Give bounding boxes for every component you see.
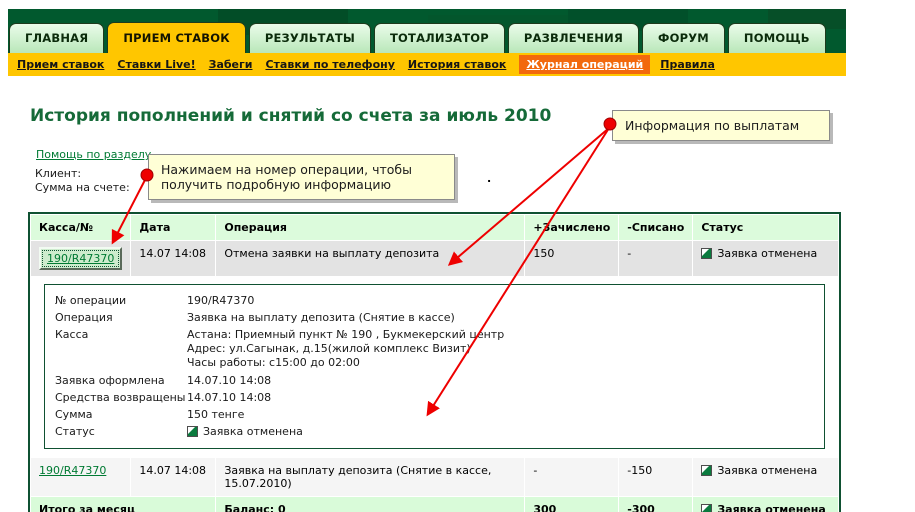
detail-value: Заявка на выплату депозита (Снятие в кас… (187, 311, 455, 324)
footer-label-cell: Итого за месяц (31, 497, 216, 512)
cell-debited: -150 (619, 458, 693, 496)
cell-operation: Заявка на выплату депозита (Снятие в кас… (216, 458, 525, 496)
detail-value: Астана: Приемный пункт № 190 , Букмекерс… (187, 328, 504, 370)
footer-status: Заявка отменена - 4 (693, 497, 838, 512)
detail-label: № операции (55, 294, 127, 307)
help-section-link[interactable]: Помощь по разделу (36, 148, 151, 161)
detail-value: Заявка отменена (187, 425, 303, 438)
cell-date: 14.07 14:08 (131, 458, 216, 496)
subnav-stavki-live[interactable]: Ставки Live! (117, 58, 195, 71)
footer-balance: Баланс: 0 (224, 503, 286, 512)
subnav-stavki-po-telefonu[interactable]: Ставки по телефону (265, 58, 394, 71)
kassa-line-2: Адрес: ул.Сагынак, д.15(жилой комплекс В… (187, 342, 471, 355)
header-status: Статус (693, 215, 838, 240)
detail-label: Касса (55, 328, 89, 341)
client-label: Клиент: (35, 167, 82, 180)
tab-priem-stavok[interactable]: ПРИЕМ СТАВОК (107, 22, 246, 53)
header-credited: +Зачислено (525, 215, 619, 240)
status-text: Заявка отменена (717, 464, 818, 477)
detail-label: Статус (55, 425, 95, 438)
detail-status: Статус Заявка отменена (55, 425, 814, 438)
detail-returned: Средства возвращены 14.07.10 14:08 (55, 391, 814, 404)
table-footer-row: Итого за месяц Баланс: 0 Операций: 4 300… (31, 497, 838, 512)
operation-number-link[interactable]: 190/R47370 (39, 464, 106, 477)
kassa-line-3: Часы работы: с15:00 до 02:00 (187, 356, 360, 369)
cell-status: Заявка отменена (693, 458, 838, 496)
header-kassa: Касса/№ (31, 215, 131, 240)
tooltip-payments-info: Информация по выплатам (612, 110, 830, 141)
detail-created: Заявка оформлена 14.07.10 14:08 (55, 374, 814, 387)
cell-credited: 150 (525, 241, 619, 276)
tooltip-click-operation: Нажимаем на номер операции, чтобы получи… (148, 154, 455, 200)
tab-razvlecheniya[interactable]: РАЗВЛЕЧЕНИЯ (507, 23, 639, 53)
status-checked-icon (187, 426, 198, 437)
subnav-zhurnal-operaciy[interactable]: Журнал операций (519, 55, 651, 74)
detail-label: Сумма (55, 408, 93, 421)
footer-credited: 300 (525, 497, 619, 512)
tab-pomosch[interactable]: ПОМОЩЬ (727, 23, 826, 53)
table-header-row: Касса/№ Дата Операция +Зачислено -Списан… (31, 215, 838, 240)
table-row-2: 190/R47370 14.07 14:08 Заявка на выплату… (31, 458, 838, 496)
account-sum-label: Сумма на счете: (35, 181, 130, 194)
cell-debited: - (619, 241, 693, 276)
sub-nav-bar: Прием ставок Ставки Live! Забеги Ставки … (8, 53, 846, 76)
status-text: Заявка отменена - 4 (717, 503, 826, 512)
detail-amount: Сумма 150 тенге (55, 408, 814, 421)
detail-label: Средства возвращены (55, 391, 186, 404)
cell-kassa: 190/R47370 (31, 241, 131, 276)
detail-op-number: № операции 190/R47370 (55, 294, 814, 307)
footer-summary-cell: Баланс: 0 Операций: 4 (216, 497, 525, 512)
footer-debited: -300 (619, 497, 693, 512)
page-title: История пополнений и снятий со счета за … (30, 106, 552, 126)
tab-forum[interactable]: ФОРУМ (642, 23, 725, 53)
status-checked-icon (701, 504, 713, 512)
status-text: Заявка отменена (717, 247, 818, 260)
page: ГЛАВНАЯ ПРИЕМ СТАВОК РЕЗУЛЬТАТЫ ТОТАЛИЗА… (0, 0, 915, 512)
subnav-priem-stavok[interactable]: Прием ставок (17, 58, 104, 71)
tab-totalizator[interactable]: ТОТАЛИЗАТОР (374, 23, 505, 53)
operation-number-link[interactable]: 190/R47370 (47, 252, 114, 265)
main-tab-bar: ГЛАВНАЯ ПРИЕМ СТАВОК РЕЗУЛЬТАТЫ ТОТАЛИЗА… (9, 22, 826, 53)
detail-kassa: Касса Астана: Приемный пункт № 190 , Бук… (55, 328, 814, 370)
status-checked-icon (701, 248, 713, 259)
operations-table-wrap: Касса/№ Дата Операция +Зачислено -Списан… (28, 212, 841, 512)
detail-value: 190/R47370 (187, 294, 255, 307)
stray-dot: . (487, 172, 492, 185)
tab-rezultaty[interactable]: РЕЗУЛЬТАТЫ (248, 23, 371, 53)
operations-table: Касса/№ Дата Операция +Зачислено -Списан… (28, 212, 841, 512)
cell-kassa: 190/R47370 (31, 458, 131, 496)
detail-value: 14.07.10 14:08 (187, 374, 272, 387)
subnav-pravila[interactable]: Правила (660, 58, 715, 71)
details-cell: № операции 190/R47370 Операция Заявка на… (31, 277, 838, 457)
cell-status: Заявка отменена (693, 241, 838, 276)
subnav-istoriya-stavok[interactable]: История ставок (408, 58, 506, 71)
table-row-1: 190/R47370 14.07 14:08 Отмена заявки на … (31, 241, 838, 276)
detail-label: Заявка оформлена (55, 374, 165, 387)
header-operation: Операция (216, 215, 525, 240)
details-row: № операции 190/R47370 Операция Заявка на… (31, 277, 838, 457)
cell-operation: Отмена заявки на выплату депозита (216, 241, 525, 276)
detail-operation: Операция Заявка на выплату депозита (Сня… (55, 311, 814, 324)
subnav-zabegi[interactable]: Забеги (209, 58, 253, 71)
tab-glavnaya[interactable]: ГЛАВНАЯ (9, 23, 105, 53)
detail-value: 14.07.10 14:08 (187, 391, 272, 404)
operation-details-panel: № операции 190/R47370 Операция Заявка на… (44, 284, 825, 449)
status-checked-icon (701, 465, 713, 476)
cell-credited: - (525, 458, 619, 496)
detail-label: Операция (55, 311, 113, 324)
header-debited: -Списано (619, 215, 693, 240)
status-text: Заявка отменена (203, 425, 303, 438)
detail-value: 150 тенге (187, 408, 245, 421)
cell-date: 14.07 14:08 (131, 241, 216, 276)
header-date: Дата (131, 215, 216, 240)
operation-number-button[interactable]: 190/R47370 (39, 247, 123, 270)
kassa-line-1: Астана: Приемный пункт № 190 , Букмекерс… (187, 328, 505, 341)
